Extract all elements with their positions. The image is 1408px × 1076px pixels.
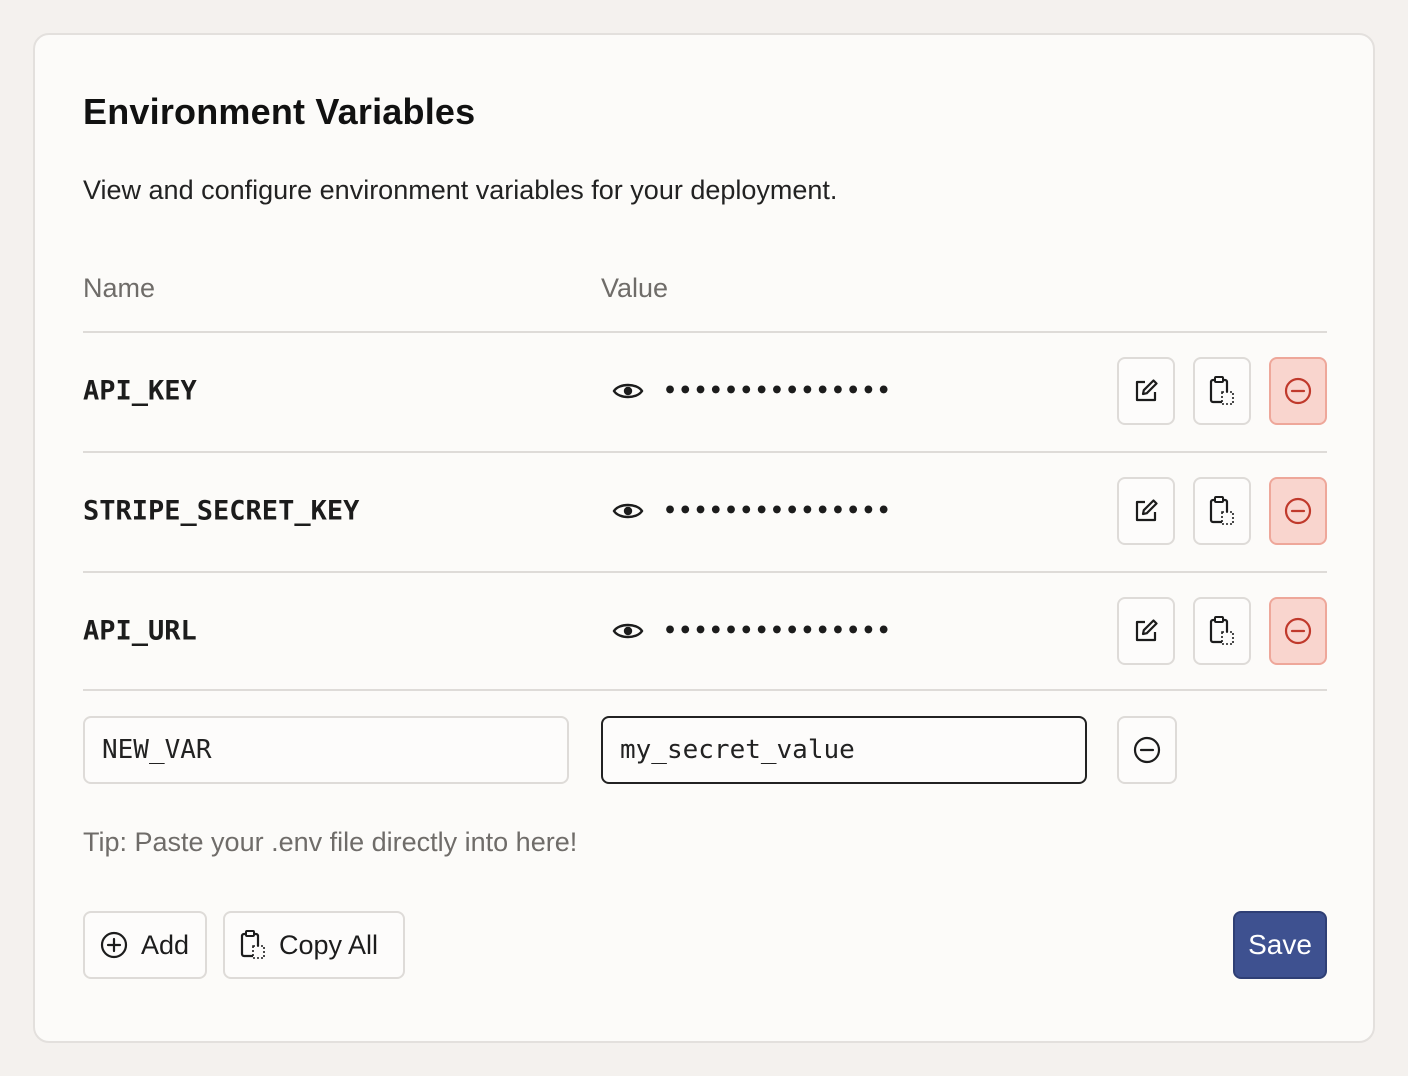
delete-button[interactable] (1269, 357, 1327, 425)
table-row: API_URL ••••••••••••••• (83, 573, 1327, 689)
masked-value: ••••••••••••••• (663, 498, 892, 524)
delete-button[interactable] (1269, 597, 1327, 665)
edit-button[interactable] (1117, 477, 1175, 545)
clipboard-icon (239, 929, 267, 961)
delete-button[interactable] (1269, 477, 1327, 545)
table-row: API_KEY ••••••••••••••• (83, 333, 1327, 449)
edit-icon (1132, 377, 1160, 405)
edit-icon (1132, 497, 1160, 525)
column-header-value: Value (601, 273, 669, 303)
add-button-label: Add (141, 929, 190, 960)
plus-circle-icon (99, 930, 129, 960)
divider (83, 689, 1327, 691)
page-title: Environment Variables (83, 91, 476, 132)
minus-circle-icon (1283, 376, 1313, 406)
eye-icon[interactable] (611, 619, 645, 643)
minus-circle-icon (1132, 735, 1162, 765)
clipboard-icon (1208, 375, 1236, 407)
clipboard-icon (1208, 495, 1236, 527)
edit-button[interactable] (1117, 597, 1175, 665)
new-var-name-input[interactable]: NEW_VAR (83, 716, 569, 784)
column-header-name: Name (83, 273, 156, 303)
copy-button[interactable] (1193, 597, 1251, 665)
copy-all-button[interactable]: Copy All (223, 911, 405, 979)
remove-new-row-button[interactable] (1117, 716, 1177, 784)
masked-value: ••••••••••••••• (663, 618, 892, 644)
edit-button[interactable] (1117, 357, 1175, 425)
copy-all-button-label: Copy All (279, 929, 379, 960)
variable-name: STRIPE_SECRET_KEY (83, 495, 360, 527)
tip-text: Tip: Paste your .env file directly into … (83, 827, 578, 857)
eye-icon[interactable] (611, 379, 645, 403)
masked-value: ••••••••••••••• (663, 378, 892, 404)
save-button[interactable]: Save (1233, 911, 1327, 979)
copy-button[interactable] (1193, 357, 1251, 425)
variable-name: API_KEY (83, 375, 197, 407)
env-vars-card: Environment Variables View and configure… (33, 33, 1375, 1043)
eye-icon[interactable] (611, 499, 645, 523)
edit-icon (1132, 617, 1160, 645)
minus-circle-icon (1283, 616, 1313, 646)
page-subtitle: View and configure environment variables… (83, 175, 838, 205)
add-button[interactable]: Add (83, 911, 207, 979)
copy-button[interactable] (1193, 477, 1251, 545)
clipboard-icon (1208, 615, 1236, 647)
minus-circle-icon (1283, 496, 1313, 526)
table-row: STRIPE_SECRET_KEY ••••••••••••••• (83, 453, 1327, 569)
variable-name: API_URL (83, 615, 197, 647)
new-var-value-input[interactable]: my_secret_value (601, 716, 1087, 784)
